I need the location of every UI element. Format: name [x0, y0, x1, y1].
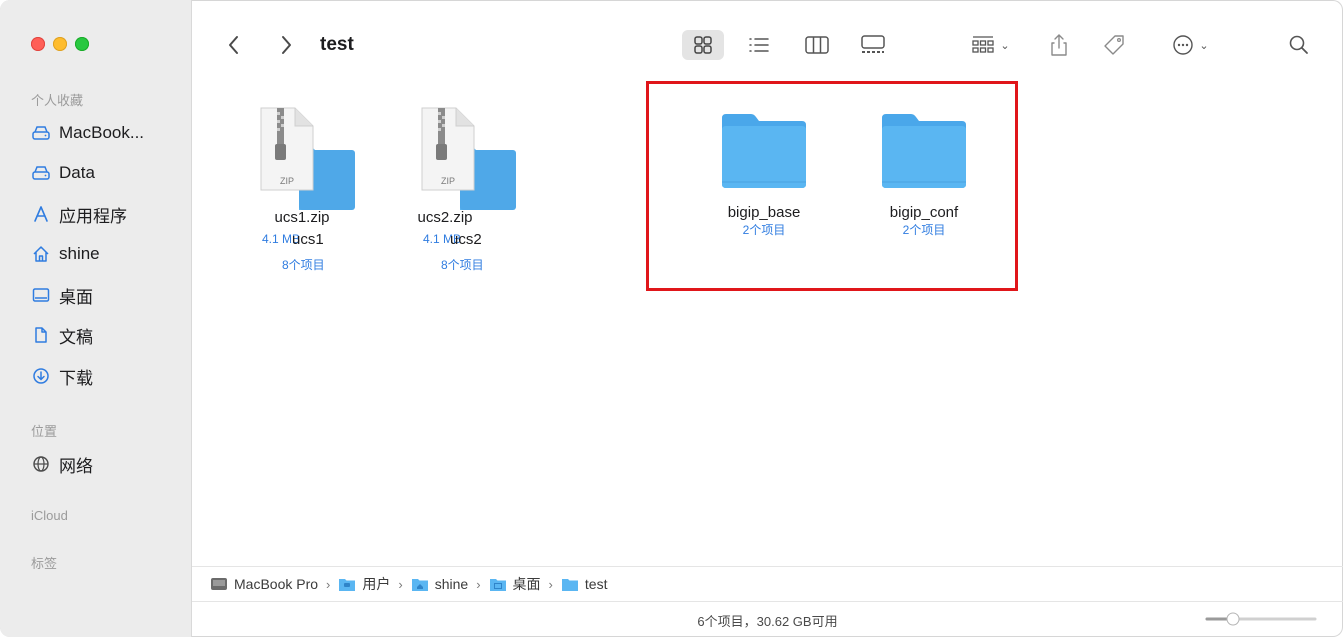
tag-icon — [1104, 35, 1124, 55]
zip-label: ZIP — [280, 176, 294, 186]
chevron-right-icon: › — [548, 576, 553, 592]
forward-button[interactable] — [274, 30, 298, 60]
finder-window: 个人收藏 MacBook... Data 应用程序 shine 桌面 文稿 下载 — [0, 0, 1343, 637]
favorites-header: 个人收藏 — [31, 93, 84, 108]
sidebar-item-label: 文稿 — [59, 327, 93, 347]
sidebar-item-label: 网络 — [59, 456, 93, 476]
share-icon — [1051, 34, 1067, 56]
search-icon — [1289, 35, 1308, 54]
ellipsis-circle-icon — [1173, 35, 1194, 55]
sidebar-item-shine[interactable]: shine — [31, 242, 100, 266]
group-by-button[interactable]: ⌄ — [962, 30, 1018, 60]
sidebar-item-desktop[interactable]: 桌面 — [31, 283, 93, 307]
file-item-ucs1-zip[interactable]: ZIP — [240, 106, 364, 212]
grid-icon — [694, 36, 712, 54]
path-crumb-label: test — [584, 576, 608, 592]
path-bar: MacBook Pro › 用户 › shine › 桌面 › test — [192, 566, 1343, 601]
drive-icon — [32, 126, 50, 140]
close-window-button[interactable] — [31, 37, 45, 51]
sidebar-item-label: Data — [59, 163, 95, 182]
window-title: test — [320, 34, 354, 55]
chevron-down-icon: ⌄ — [1000, 39, 1010, 52]
drive-icon — [32, 166, 50, 180]
file-name: ucs2.zip — [417, 209, 473, 226]
sidebar-item-documents[interactable]: 文稿 — [31, 323, 93, 347]
icon-size-slider[interactable] — [1205, 612, 1317, 626]
status-bar: 6个项目，30.62 GB可用 — [192, 601, 1343, 637]
file-label-ucs1-zip: ucs1.zip — [240, 209, 364, 226]
chevron-right-icon: › — [398, 576, 403, 592]
path-crumb-shine[interactable]: shine — [411, 576, 468, 592]
download-icon — [33, 368, 49, 384]
more-actions-button[interactable]: ⌄ — [1162, 30, 1218, 60]
window-controls — [31, 37, 89, 51]
minimize-window-button[interactable] — [53, 37, 67, 51]
sidebar-item-data[interactable]: Data — [31, 161, 95, 185]
path-crumb-macbook-pro[interactable]: MacBook Pro — [210, 576, 318, 592]
group-grid-icon — [972, 36, 995, 53]
toolbar: test ⌄ ⌄ — [192, 0, 1343, 92]
folder-count-overlay: 8个项目 — [441, 258, 484, 272]
list-icon — [749, 38, 769, 52]
path-crumb-label: 桌面 — [512, 576, 541, 592]
chevron-right-icon: › — [476, 576, 481, 592]
file-item-ucs2-zip[interactable]: ZIP — [401, 106, 525, 212]
zip-label: ZIP — [441, 176, 455, 186]
applications-icon — [34, 206, 48, 222]
sidebar-item-downloads[interactable]: 下载 — [31, 364, 93, 388]
sidebar-item-applications[interactable]: 应用程序 — [31, 202, 127, 226]
folder-count-overlay: 8个项目 — [282, 258, 325, 272]
path-crumb-label: 用户 — [362, 576, 391, 592]
sidebar-item-label: MacBook... — [59, 123, 145, 142]
chevron-down-icon: ⌄ — [1199, 39, 1209, 52]
sidebar-item-label: 桌面 — [59, 287, 93, 307]
home-icon — [33, 246, 49, 262]
columns-icon — [805, 36, 829, 54]
folder-name-overlay: ucs2 — [450, 231, 482, 248]
sidebar-item-label: 下载 — [59, 368, 93, 388]
sidebar-item-macbook[interactable]: MacBook... — [31, 121, 144, 145]
share-button[interactable] — [1044, 30, 1074, 60]
icloud-header[interactable]: iCloud — [31, 508, 68, 523]
folder-icon — [561, 578, 578, 591]
slider-knob — [1226, 612, 1240, 626]
zip-file-icon: ZIP — [421, 107, 516, 210]
desktop-folder-icon — [489, 578, 506, 591]
desktop-icon — [32, 288, 50, 302]
zoom-window-button[interactable] — [75, 37, 89, 51]
list-view-button[interactable] — [742, 30, 776, 60]
file-name: ucs1.zip — [274, 209, 330, 226]
sidebar-item-network[interactable]: 网络 — [31, 452, 93, 476]
folder-icon — [339, 578, 356, 591]
sidebar: 个人收藏 MacBook... Data 应用程序 shine 桌面 文稿 下载 — [0, 0, 192, 637]
tags-header[interactable]: 标签 — [31, 553, 57, 572]
home-folder-icon — [411, 578, 428, 591]
tag-button[interactable] — [1098, 30, 1132, 60]
file-label-ucs2-zip: ucs2.zip — [383, 209, 507, 226]
chevron-right-icon: › — [326, 576, 331, 592]
path-crumb-label: MacBook Pro — [234, 576, 319, 592]
locations-header: 位置 — [31, 424, 58, 439]
document-icon — [35, 327, 47, 343]
highlight-box — [646, 81, 1018, 291]
status-text: 6个项目，30.62 GB可用 — [697, 613, 838, 629]
path-crumb-test[interactable]: test — [561, 576, 608, 592]
icon-view-button[interactable] — [682, 30, 724, 60]
gallery-icon — [861, 35, 885, 53]
gallery-view-button[interactable] — [856, 30, 890, 60]
sidebar-item-label: 应用程序 — [59, 206, 127, 226]
back-button[interactable] — [222, 30, 246, 60]
path-crumb-desktop[interactable]: 桌面 — [489, 574, 541, 594]
column-view-button[interactable] — [800, 30, 834, 60]
sidebar-item-label: shine — [59, 244, 100, 263]
search-button[interactable] — [1284, 30, 1314, 60]
network-icon — [33, 456, 49, 472]
folder-name-overlay: ucs1 — [292, 231, 324, 248]
hard-drive-icon — [211, 578, 227, 590]
path-crumb-users[interactable]: 用户 — [338, 574, 390, 594]
path-crumb-label: shine — [434, 576, 469, 592]
zip-file-icon: ZIP — [260, 107, 355, 210]
